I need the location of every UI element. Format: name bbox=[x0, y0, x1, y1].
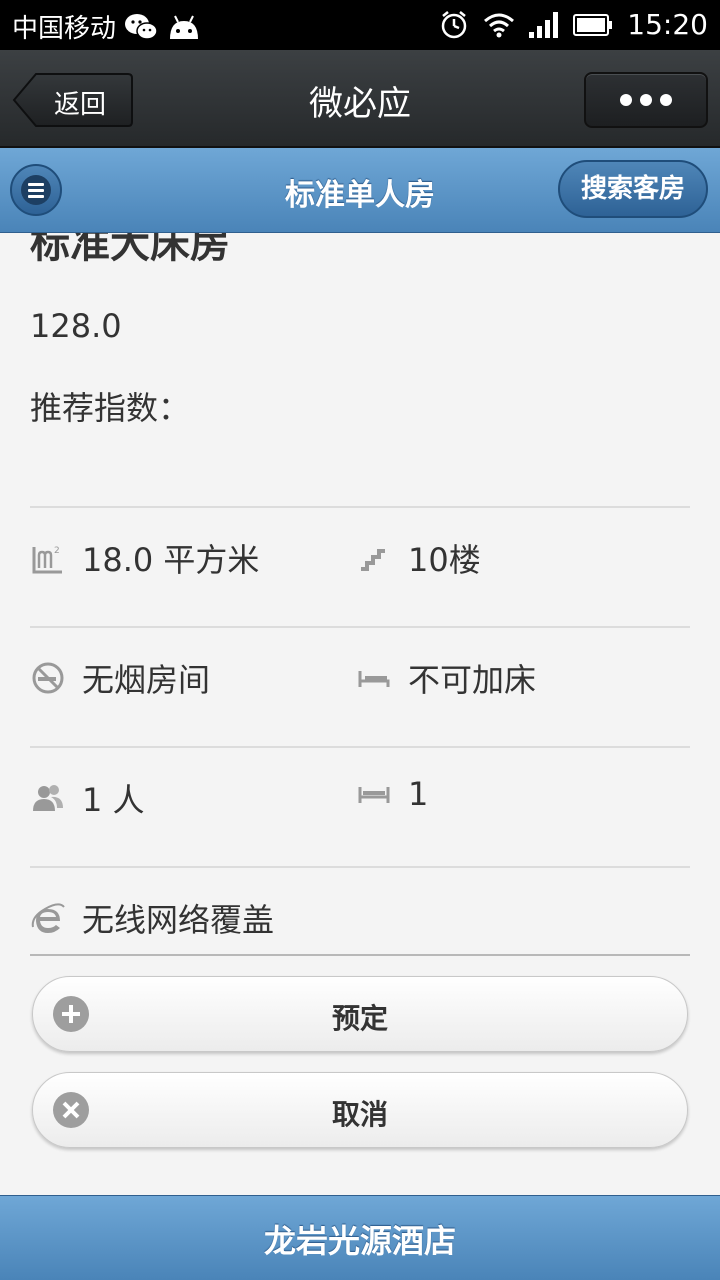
divider bbox=[30, 626, 690, 628]
area-info: 2 18.0 平方米 bbox=[30, 535, 259, 581]
area-m2-icon: 2 bbox=[30, 540, 66, 576]
battery-icon bbox=[573, 13, 613, 37]
occupancy-value: 1 人 bbox=[82, 781, 145, 819]
svg-text:2: 2 bbox=[54, 546, 60, 556]
area-value: 18.0 平方米 bbox=[82, 541, 260, 579]
recommend-label: 推荐指数： bbox=[30, 389, 191, 427]
divider bbox=[30, 746, 690, 748]
occupancy-info: 1 人 bbox=[30, 775, 145, 821]
wechat-icon bbox=[124, 13, 158, 41]
room-detail: 标准大床房 128.0 推荐指数： 2 18.0 平方米 10楼 无烟房间 不可… bbox=[0, 233, 720, 1195]
status-left: 中国移动 bbox=[12, 8, 202, 45]
status-bar: 中国移动 15:20 bbox=[0, 0, 720, 50]
carrier-label: 中国移动 bbox=[12, 14, 117, 44]
stairs-icon bbox=[356, 540, 392, 576]
cancel-label: 取消 bbox=[331, 1098, 388, 1131]
internet-explorer-icon bbox=[30, 900, 66, 936]
wifi-value: 无线网络覆盖 bbox=[82, 901, 275, 939]
cancel-button[interactable]: 取消 bbox=[32, 1072, 688, 1148]
room-price: 128.0 bbox=[30, 307, 122, 345]
room-name: 标准大床房 bbox=[30, 233, 230, 267]
divider bbox=[30, 506, 690, 508]
smoking-value: 无烟房间 bbox=[82, 661, 211, 699]
android-icon bbox=[166, 13, 202, 41]
more-dot-icon bbox=[640, 94, 652, 106]
signal-icon bbox=[529, 11, 559, 38]
clock-label: 15:20 bbox=[627, 8, 708, 41]
status-right: 15:20 bbox=[439, 8, 708, 41]
smoking-info: 无烟房间 bbox=[30, 655, 210, 701]
wifi-info: 无线网络覆盖 bbox=[30, 895, 274, 941]
divider bbox=[30, 954, 690, 956]
book-label: 预定 bbox=[331, 1002, 388, 1035]
floor-info: 10楼 bbox=[356, 535, 481, 581]
extra-bed-value: 不可加床 bbox=[408, 661, 537, 699]
no-smoking-icon bbox=[30, 660, 66, 696]
more-dot-icon bbox=[660, 94, 672, 106]
more-dot-icon bbox=[620, 94, 632, 106]
divider bbox=[30, 866, 690, 868]
bed-icon bbox=[356, 660, 392, 696]
alarm-icon bbox=[439, 10, 469, 40]
beds-value: 1 bbox=[408, 775, 429, 813]
book-button[interactable]: 预定 bbox=[32, 976, 688, 1052]
more-button[interactable] bbox=[584, 72, 708, 128]
wifi-icon bbox=[483, 12, 515, 38]
page-header: 标准单人房 搜索客房 bbox=[0, 148, 720, 233]
floor-value: 10楼 bbox=[408, 541, 481, 579]
search-rooms-button[interactable]: 搜索客房 bbox=[558, 160, 708, 218]
bed-count-icon bbox=[356, 776, 392, 812]
wechat-nav-bar: 返回 微必应 bbox=[0, 50, 720, 148]
beds-info: 1 bbox=[356, 775, 428, 813]
people-icon bbox=[30, 780, 66, 816]
footer-bar: 龙岩光源酒店 bbox=[0, 1195, 720, 1280]
hotel-name: 龙岩光源酒店 bbox=[263, 1222, 456, 1260]
extra-bed-info: 不可加床 bbox=[356, 655, 536, 701]
